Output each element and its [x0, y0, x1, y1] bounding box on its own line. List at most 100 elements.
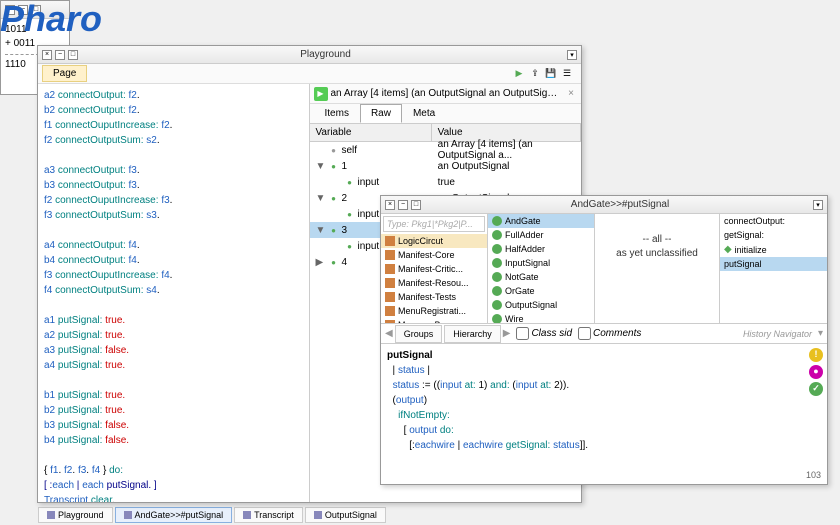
class-item[interactable]: OrGate [488, 284, 594, 298]
code-line: f3 connectOuputIncrease: f4. [44, 268, 303, 283]
all-label[interactable]: -- all -- [595, 234, 719, 245]
comments-checkbox[interactable]: Comments [578, 327, 641, 340]
package-item[interactable]: MenuRegistrati... [381, 304, 487, 318]
inspector-tab-items[interactable]: Items [314, 104, 360, 123]
inspector-row[interactable]: ▼● 1an OutputSignal [310, 158, 582, 174]
breadcrumb-label[interactable]: an Array [4 items] (an OutputSignal an O… [331, 88, 563, 99]
code-line [44, 448, 303, 463]
taskbar-tab[interactable]: OutputSignal [305, 507, 386, 523]
circle-icon: ● [328, 256, 340, 268]
tab-hierarchy[interactable]: Hierarchy [444, 325, 501, 343]
circle-icon: ● [344, 208, 356, 220]
tree-toggle-icon[interactable]: ▼ [316, 225, 326, 236]
minimize-icon[interactable]: − [55, 50, 65, 60]
maximize-icon[interactable]: □ [68, 50, 78, 60]
class-item[interactable]: Wire [488, 312, 594, 323]
taskbar-tab[interactable]: Playground [38, 507, 113, 523]
right-arrow-icon[interactable]: ▶ [503, 328, 511, 339]
doit-icon[interactable]: ▶ [513, 68, 525, 80]
class-item[interactable]: HalfAdder [488, 242, 594, 256]
inspector-tab-raw[interactable]: Raw [360, 104, 402, 123]
package-item[interactable]: Manifest-Critic... [381, 262, 487, 276]
minimize-icon[interactable]: − [398, 200, 408, 210]
class-icon [492, 216, 502, 226]
class-item[interactable]: NotGate [488, 270, 594, 284]
window-icon [47, 511, 55, 519]
class-icon [492, 230, 502, 240]
package-item[interactable]: Manifest-Tests [381, 290, 487, 304]
share-icon[interactable]: ☰ [561, 68, 573, 80]
playground-code-editor[interactable]: a2 connectOutput: f2.b2 connectOutput: f… [38, 84, 310, 502]
window-icon [314, 511, 322, 519]
playground-titlebar[interactable]: × − □ Playground ▾ [38, 46, 581, 64]
code-line: b2 putSignal: true. [44, 403, 303, 418]
close-icon[interactable]: × [385, 200, 395, 210]
browser-window: × − □ AndGate>>#putSignal ▾ Type: Pkg1|*… [380, 195, 828, 485]
warn-icon[interactable]: ! [809, 348, 823, 362]
tree-toggle-icon[interactable]: ▶ [316, 257, 326, 268]
class-item[interactable]: OutputSignal [488, 298, 594, 312]
source-line: (output) [387, 393, 821, 408]
method-item[interactable]: putSignal [720, 257, 827, 271]
close-icon[interactable]: × [565, 88, 577, 99]
senders-icon[interactable]: ● [809, 365, 823, 379]
inspector-tab-meta[interactable]: Meta [402, 104, 446, 123]
publish-icon[interactable]: ⇪ [529, 68, 541, 80]
package-item[interactable]: Manifest-Resou... [381, 276, 487, 290]
accept-icon[interactable]: ✓ [809, 382, 823, 396]
code-line: b3 putSignal: false. [44, 418, 303, 433]
source-line: [:eachwire | eachwire getSignal: status]… [387, 438, 821, 453]
browser-panes: Type: Pkg1|*Pkg2|P... LogicCircutManifes… [381, 214, 827, 324]
page-tab[interactable]: Page [42, 65, 87, 82]
taskbar-tab[interactable]: Transcript [234, 507, 303, 523]
maximize-icon[interactable]: □ [411, 200, 421, 210]
tab-groups[interactable]: Groups [395, 325, 443, 343]
history-navigator[interactable]: History Navigator [743, 329, 812, 339]
class-item[interactable]: InputSignal [488, 256, 594, 270]
dropdown-icon[interactable]: ▾ [818, 328, 823, 339]
inspector-row[interactable]: ● inputtrue [310, 174, 582, 190]
browser-title: AndGate>>#putSignal [427, 199, 813, 210]
doit-icon[interactable]: ▶ [314, 87, 328, 101]
browser-titlebar[interactable]: × − □ AndGate>>#putSignal ▾ [381, 196, 827, 214]
class-icon [492, 244, 502, 254]
unclassified-label[interactable]: as yet unclassified [595, 248, 719, 259]
source-line: putSignal [387, 348, 821, 363]
column-variable[interactable]: Variable [310, 124, 432, 141]
circle-icon: ● [328, 224, 340, 236]
circle-icon: ● [328, 192, 340, 204]
close-icon[interactable]: × [42, 50, 52, 60]
code-line: b1 putSignal: true. [44, 388, 303, 403]
circle-icon: ● [328, 160, 340, 172]
class-item[interactable]: FullAdder [488, 228, 594, 242]
save-icon[interactable]: 💾 [545, 68, 557, 80]
browser-tabs-row: ◀ Groups Hierarchy ▶ Class sid Comments … [381, 324, 827, 344]
menu-icon[interactable]: ▾ [567, 50, 577, 60]
inspector-row[interactable]: ● selfan Array [4 items] (an OutputSigna… [310, 142, 582, 158]
class-icon [492, 314, 502, 323]
class-icon [492, 300, 502, 310]
tree-toggle-icon[interactable]: ▼ [316, 193, 326, 204]
class-side-checkbox[interactable]: Class sid [516, 327, 572, 340]
code-line: b4 putSignal: false. [44, 433, 303, 448]
menu-icon[interactable]: ▾ [813, 200, 823, 210]
code-line: b3 connectOutput: f3. [44, 178, 303, 193]
package-search-input[interactable]: Type: Pkg1|*Pkg2|P... [383, 216, 485, 232]
circle-icon: ● [344, 240, 356, 252]
class-item[interactable]: AndGate [488, 214, 594, 228]
package-item[interactable]: MessageBrows... [381, 318, 487, 323]
method-item[interactable]: connectOutput: [720, 214, 827, 228]
tree-toggle-icon[interactable]: ▼ [316, 161, 326, 172]
method-item[interactable]: ◆initialize [720, 242, 827, 257]
code-line: a3 connectOutput: f3. [44, 163, 303, 178]
inspector-breadcrumb: ▶ an Array [4 items] (an OutputSignal an… [310, 84, 582, 104]
package-item[interactable]: LogicCircut [381, 234, 487, 248]
code-line: Transcript clear. [44, 493, 303, 502]
package-item[interactable]: Manifest-Core [381, 248, 487, 262]
left-arrow-icon[interactable]: ◀ [385, 328, 393, 339]
window-icon [243, 511, 251, 519]
source-editor[interactable]: putSignal | status | status := ((input a… [381, 344, 827, 484]
method-item[interactable]: getSignal: [720, 228, 827, 242]
taskbar-tab[interactable]: AndGate>>#putSignal [115, 507, 233, 523]
circle-icon: ● [328, 144, 340, 156]
